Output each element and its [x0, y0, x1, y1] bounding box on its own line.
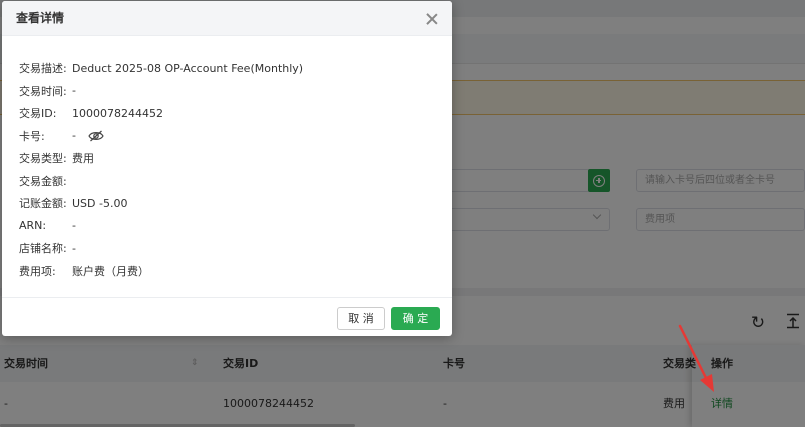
- cancel-button[interactable]: 取 消: [337, 307, 385, 330]
- field-description: 交易描述: Deduct 2025-08 OP-Account Fee(Month…: [19, 57, 452, 80]
- eye-slash-icon[interactable]: [88, 130, 104, 142]
- annotation-arrow-icon: [678, 324, 714, 392]
- field-label: 交易类型:: [19, 152, 67, 166]
- field-card-number: 卡号: -: [19, 125, 452, 148]
- field-value: -: [72, 219, 76, 233]
- field-transaction-type: 交易类型: 费用: [19, 147, 452, 170]
- field-transaction-id: 交易ID: 1000078244452: [19, 102, 452, 125]
- field-fee-item: 费用项: 账户费（月费）: [19, 260, 452, 283]
- close-icon[interactable]: [424, 11, 440, 27]
- field-label: 记账金额:: [19, 197, 67, 211]
- field-arn: ARN: -: [19, 215, 452, 238]
- field-booked-amount: 记账金额: USD -5.00: [19, 192, 452, 215]
- field-value: 费用: [72, 152, 94, 166]
- field-label: 费用项:: [19, 264, 56, 278]
- field-label: 交易描述:: [19, 62, 67, 76]
- field-label: 卡号:: [19, 129, 45, 143]
- dialog-body: 交易描述: Deduct 2025-08 OP-Account Fee(Month…: [2, 36, 452, 297]
- field-label: ARN:: [19, 219, 47, 233]
- field-label: 店铺名称:: [19, 242, 67, 256]
- field-value: Deduct 2025-08 OP-Account Fee(Monthly): [72, 61, 304, 75]
- field-value: 账户费（月费）: [72, 264, 149, 278]
- field-value: -: [72, 129, 76, 143]
- field-value: -: [72, 84, 76, 98]
- confirm-button[interactable]: 确 定: [391, 307, 440, 330]
- dialog-header: 查看详情: [2, 1, 452, 36]
- field-time: 交易时间: -: [19, 80, 452, 103]
- details-dialog: 查看详情 交易描述: Deduct 2025-08 OP-Account Fee(…: [2, 1, 452, 336]
- field-store-name: 店铺名称: -: [19, 237, 452, 260]
- dialog-footer: 取 消 确 定: [2, 297, 452, 336]
- field-transaction-amount: 交易金额:: [19, 170, 452, 193]
- field-label: 交易ID:: [19, 107, 57, 121]
- field-label: 交易金额:: [19, 174, 67, 188]
- dialog-title: 查看详情: [16, 11, 65, 25]
- field-label: 交易时间:: [19, 84, 67, 98]
- field-value: -: [72, 241, 76, 255]
- field-value: USD -5.00: [72, 196, 128, 210]
- field-value: 1000078244452: [72, 106, 163, 120]
